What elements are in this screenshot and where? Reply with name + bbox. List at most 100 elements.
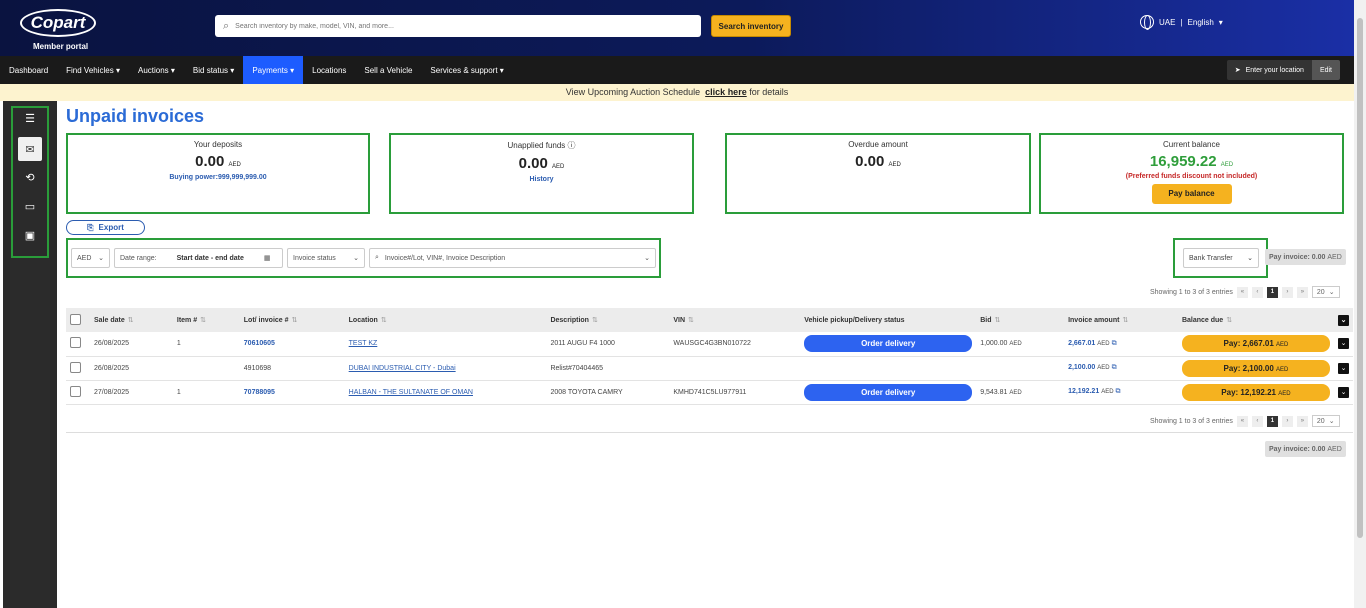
unapplied-funds-label: Unapplied funds ⓘ — [507, 141, 576, 150]
page-size-select[interactable]: 20 ⌄ — [1311, 286, 1340, 298]
history-link[interactable]: History — [391, 176, 692, 183]
main-nav: Dashboard Find Vehicles ▾ Auctions ▾ Bid… — [0, 56, 1354, 84]
current-page-button[interactable]: 1 — [1266, 415, 1278, 427]
location-link[interactable]: HALBAN - THE SULTANATE OF OMAN — [349, 389, 473, 396]
payment-method-select[interactable]: Bank Transfer ⌄ — [1183, 248, 1259, 268]
last-page-button[interactable]: » — [1296, 415, 1308, 427]
external-link-icon[interactable]: ⧉ — [1112, 340, 1117, 347]
currency-select[interactable]: AED ⌄ — [71, 248, 110, 268]
row-checkbox[interactable] — [70, 361, 81, 373]
overdue-value: 0.00 AED — [855, 153, 901, 170]
page-scrollbar[interactable] — [1354, 0, 1366, 608]
pay-invoice-button-bottom[interactable]: Pay invoice: 0.00 AED — [1265, 441, 1346, 457]
col-location[interactable]: Location ⇅ — [345, 308, 547, 332]
enter-location-button[interactable]: ➤ Enter your location — [1226, 60, 1312, 80]
scrollbar-thumb[interactable] — [1357, 18, 1363, 538]
next-page-button[interactable]: › — [1281, 286, 1293, 298]
nav-services-support[interactable]: Services & support ▾ — [421, 56, 512, 84]
nav-locations[interactable]: Locations — [303, 56, 355, 84]
location-link[interactable]: DUBAI INDUSTRIAL CITY - Dubai — [349, 365, 456, 372]
pagination-bottom: Showing 1 to 3 of 3 entries « ‹ 1 › » 20… — [1150, 415, 1340, 427]
external-link-icon[interactable]: ⧉ — [1115, 388, 1120, 395]
expand-all-button[interactable]: ⌄ — [1338, 314, 1349, 326]
locale-selector[interactable]: UAE | English ▾ — [1140, 15, 1223, 30]
first-page-button[interactable]: « — [1236, 415, 1248, 427]
last-page-button[interactable]: » — [1296, 286, 1308, 298]
globe-icon — [1140, 15, 1154, 30]
date-range-picker[interactable]: Date range: Start date - end date ▦ — [114, 248, 283, 268]
buying-power: Buying power:999,999,999.00 — [169, 174, 267, 181]
info-icon[interactable]: ⓘ — [568, 141, 576, 150]
expand-row-button[interactable]: ⌄ — [1338, 338, 1349, 350]
export-button[interactable]: ⎘ Export — [66, 220, 145, 235]
lot-number-link[interactable]: 70610605 — [244, 340, 275, 347]
col-vin[interactable]: VIN ⇅ — [669, 308, 800, 332]
prev-page-button[interactable]: ‹ — [1251, 415, 1263, 427]
col-item[interactable]: Item # ⇅ — [173, 308, 240, 332]
current-balance-label: Current balance — [1163, 140, 1220, 149]
invoice-amount-link[interactable]: 12,192.21 — [1068, 388, 1099, 395]
card-icon[interactable]: ▭ — [18, 194, 42, 218]
pay-row-button[interactable]: Pay: 2,100.00 AED — [1181, 359, 1330, 377]
col-sale-date[interactable]: Sale date ⇅ — [90, 308, 173, 332]
wallet-icon[interactable]: ▣ — [18, 223, 42, 247]
col-lot-invoice[interactable]: Lot/ invoice # ⇅ — [240, 308, 345, 332]
pay-row-button[interactable]: Pay: 2,667.01 AED — [1181, 335, 1330, 353]
order-delivery-button[interactable]: Order delivery — [804, 383, 973, 401]
prev-page-button[interactable]: ‹ — [1251, 286, 1263, 298]
expand-row-button[interactable]: ⌄ — [1338, 362, 1349, 374]
row-checkbox[interactable] — [70, 385, 81, 397]
invoice-amount-link[interactable]: 2,100.00 — [1068, 364, 1095, 371]
select-all-checkbox[interactable] — [70, 313, 81, 325]
lot-number-link[interactable]: 70788095 — [244, 389, 275, 396]
invoice-search-field[interactable]: ⌕ Invoice#/Lot, VIN#, Invoice Descriptio… — [369, 248, 656, 268]
col-bid[interactable]: Bid ⇅ — [976, 308, 1064, 332]
member-portal-label: Member portal — [33, 42, 89, 51]
page-size-select[interactable]: 20 ⌄ — [1311, 415, 1340, 427]
pay-invoice-button-top[interactable]: Pay invoice: 0.00 AED — [1265, 249, 1346, 265]
current-balance-value: 16,959.22 AED — [1149, 153, 1234, 170]
col-description[interactable]: Description ⇅ — [546, 308, 669, 332]
banner-link[interactable]: click here — [705, 87, 747, 97]
table-row: 26/08/2025 1 70610605 TEST KZ 2011 AUGU … — [66, 332, 1353, 356]
nav-auctions[interactable]: Auctions ▾ — [129, 56, 184, 84]
pagination-top: Showing 1 to 3 of 3 entries « ‹ 1 › » 20… — [1150, 286, 1340, 298]
nav-bid-status[interactable]: Bid status ▾ — [184, 56, 243, 84]
first-page-button[interactable]: « — [1236, 286, 1248, 298]
overdue-label: Overdue amount — [848, 140, 908, 149]
country-label: UAE — [1159, 17, 1176, 27]
external-link-icon[interactable]: ⧉ — [1112, 364, 1117, 371]
current-page-button[interactable]: 1 — [1266, 286, 1278, 298]
inbox-icon[interactable]: ✉ — [18, 137, 42, 161]
nav-sell-vehicle[interactable]: Sell a Vehicle — [355, 56, 421, 84]
col-invoice-amount[interactable]: Invoice amount ⇅ — [1064, 308, 1178, 332]
pay-row-button[interactable]: Pay: 12,192.21 AED — [1181, 383, 1330, 401]
expand-row-button[interactable]: ⌄ — [1338, 386, 1349, 398]
inventory-search-input[interactable] — [235, 22, 676, 30]
invoice-amount-link[interactable]: 2,667.01 — [1068, 340, 1095, 347]
chevron-down-icon: ⌄ — [1247, 255, 1253, 262]
col-balance-due[interactable]: Balance due ⇅ — [1178, 308, 1334, 332]
inventory-search-bar[interactable]: ⌕ — [215, 15, 701, 37]
chevron-down-icon[interactable]: ⌄ — [644, 254, 650, 262]
top-header: Copart Member portal ⌕ Search inventory … — [0, 0, 1354, 56]
edit-location-button[interactable]: Edit — [1311, 60, 1340, 80]
nav-payments[interactable]: Payments ▾ — [243, 56, 304, 84]
order-delivery-button[interactable]: Order delivery — [804, 335, 973, 353]
hamburger-menu-icon[interactable]: ☰ — [18, 106, 42, 130]
nav-dashboard[interactable]: Dashboard — [0, 56, 57, 84]
export-icon: ⎘ — [87, 222, 94, 232]
location-link[interactable]: TEST KZ — [349, 340, 378, 347]
sidebar: ☰ ✉ ⟲ ▭ ▣ — [3, 101, 57, 608]
row-checkbox[interactable] — [70, 337, 81, 349]
history-icon[interactable]: ⟲ — [18, 165, 42, 189]
copart-logo[interactable]: Copart — [20, 9, 96, 37]
location-control: ➤ Enter your location Edit — [1226, 60, 1340, 80]
invoice-status-select[interactable]: Invoice status ⌄ — [287, 248, 365, 268]
unapplied-funds-card: Unapplied funds ⓘ 0.00 AED History — [389, 133, 694, 214]
search-inventory-button[interactable]: Search inventory — [711, 15, 791, 37]
pay-balance-button[interactable]: Pay balance — [1151, 184, 1232, 204]
language-label[interactable]: English — [1188, 18, 1214, 27]
nav-find-vehicles[interactable]: Find Vehicles ▾ — [57, 56, 129, 84]
next-page-button[interactable]: › — [1281, 415, 1293, 427]
